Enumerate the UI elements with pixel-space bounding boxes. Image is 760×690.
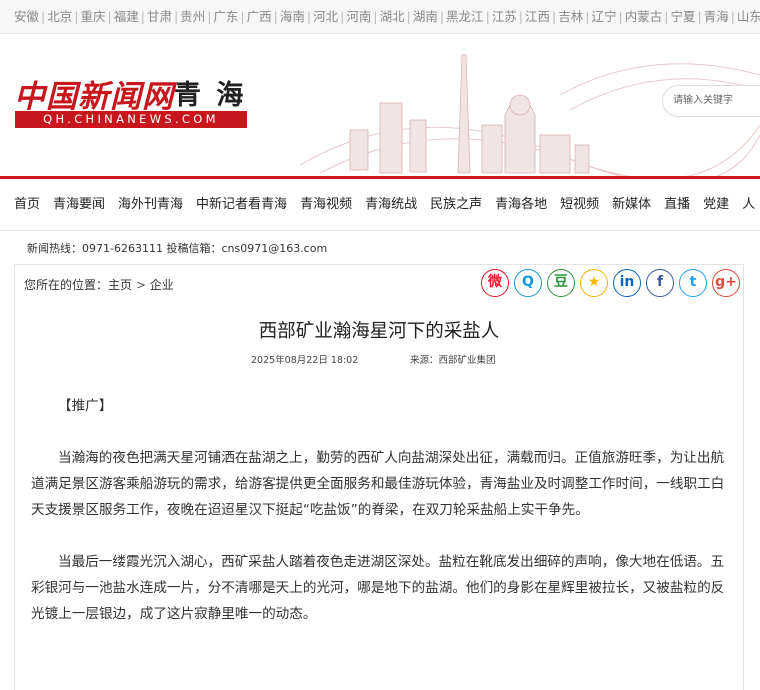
nav-item[interactable]: 短视频	[560, 179, 599, 230]
province-separator: |	[273, 9, 278, 24]
province-separator: |	[697, 9, 702, 24]
province-separator: |	[373, 9, 378, 24]
googleplus-icon[interactable]: g+	[712, 269, 740, 297]
hotline-info: 新闻热线：0971-6263111 投稿信箱：cns0971@163.com	[27, 242, 328, 255]
nav-item[interactable]: 民族之声	[430, 179, 482, 230]
province-separator: |	[173, 9, 179, 24]
breadcrumb: 您所在的位置：主页 > 企业	[24, 276, 174, 293]
province-link[interactable]: 辽宁	[591, 9, 616, 24]
province-link[interactable]: 吉林	[558, 9, 583, 24]
province-link[interactable]: 内蒙古	[625, 9, 663, 24]
twitter-icon[interactable]: t	[679, 269, 707, 297]
province-separator: |	[518, 9, 524, 24]
province-link[interactable]: 福建	[114, 9, 139, 24]
nav-item[interactable]: 首页	[14, 179, 40, 230]
province-link[interactable]: 江苏	[492, 9, 517, 24]
province-link[interactable]: 河南	[346, 9, 371, 24]
article-panel: 您所在的位置：主页 > 企业 微 Q 豆 ★ in f t g+ 西部矿业瀚海星河下的采盐人 …	[14, 264, 744, 690]
province-link[interactable]: 重庆	[80, 9, 105, 24]
province-separator: |	[107, 9, 112, 24]
nav-item[interactable]: 青海要闻	[53, 179, 105, 230]
site-url-badge[interactable]: QH.CHINANEWS.COM	[15, 111, 247, 128]
province-link[interactable]: 青海	[704, 9, 729, 24]
province-separator: |	[439, 9, 445, 24]
qq-icon[interactable]: Q	[514, 269, 542, 297]
article-paragraph: 当瀚海的夜色把满天星河铺洒在盐湖之上，勤劳的西矿人向盐湖深处出征，满载而归。正值…	[31, 450, 725, 518]
nav-item[interactable]: 新媒体	[612, 179, 651, 230]
province-separator: |	[485, 9, 490, 24]
province-separator: |	[552, 9, 557, 24]
nav-item[interactable]: 党建	[703, 179, 729, 230]
article-source: 来源：西部矿业集团	[410, 355, 496, 366]
province-link[interactable]: 广东	[213, 9, 238, 24]
site-region-name: 青 海	[174, 80, 247, 111]
province-link[interactable]: 北京	[47, 9, 72, 24]
breadcrumb-home-link[interactable]: 主页	[108, 278, 132, 292]
breadcrumb-separator: >	[135, 278, 146, 292]
douban-icon[interactable]: 豆	[547, 269, 575, 297]
province-separator: |	[140, 9, 145, 24]
breadcrumb-current-link[interactable]: 企业	[150, 278, 174, 292]
province-separator: |	[585, 9, 590, 24]
province-separator: |	[207, 9, 212, 24]
nav-item[interactable]: 青海统战	[365, 179, 417, 230]
article-paragraph: 当最后一缕霞光沉入湖心，西矿采盐人踏着夜色走进湖区深处。盐粒在靴底发出细碎的声响…	[31, 554, 725, 622]
qzone-icon[interactable]: ★	[580, 269, 608, 297]
site-logo[interactable]: 中国新闻网	[14, 71, 174, 116]
province-link[interactable]: 江西	[525, 9, 550, 24]
main-nav: 首页 青海要闻 海外刊青海 中新记者看青海 青海视频 青海统战 民族之声 青海各地 短视频 新媒体…	[0, 179, 760, 231]
province-separator: |	[730, 9, 735, 24]
province-link[interactable]: 湖北	[380, 9, 405, 24]
nav-item[interactable]: 青海视频	[300, 179, 352, 230]
province-separator: |	[240, 9, 245, 24]
nav-item[interactable]: 海外刊青海	[118, 179, 183, 230]
province-separator: |	[618, 9, 623, 24]
province-link[interactable]: 湖南	[413, 9, 438, 24]
province-separator: |	[406, 9, 411, 24]
province-link[interactable]: 黑龙江	[446, 9, 484, 24]
province-link[interactable]: 河北	[313, 9, 338, 24]
province-link[interactable]: 贵州	[180, 9, 205, 24]
breadcrumb-prefix: 您所在的位置：	[24, 278, 109, 292]
province-separator: |	[41, 9, 46, 24]
facebook-icon[interactable]: f	[646, 269, 674, 297]
province-link[interactable]: 海南	[280, 9, 305, 24]
province-link[interactable]: 山东	[737, 9, 760, 24]
province-link[interactable]: 安徽	[14, 9, 39, 24]
nav-item[interactable]: 中新记者看青海	[196, 179, 287, 230]
article-title: 西部矿业瀚海星河下的采盐人	[258, 321, 500, 342]
site-header: 中国新闻网 青 海 QH.CHINANEWS.COM 请输入关键字	[0, 35, 760, 178]
province-link[interactable]: 甘肃	[147, 9, 172, 24]
weibo-icon[interactable]: 微	[481, 269, 509, 297]
article-date: 2025年08月22日 18:02	[251, 355, 359, 366]
search-input[interactable]: 请输入关键字	[662, 85, 760, 117]
nav-item[interactable]: 人	[742, 179, 755, 230]
province-separator: |	[306, 9, 312, 24]
share-buttons: 微 Q 豆 ★ in f t g+	[481, 269, 740, 297]
linkedin-icon[interactable]: in	[613, 269, 641, 297]
province-separator: |	[74, 9, 79, 24]
nav-item[interactable]: 青海各地	[495, 179, 547, 230]
province-separator: |	[340, 9, 345, 24]
province-bar: 安徽 | 北京 | 重庆 | 福建 | 甘肃 | 贵州 | 广东 | 广西 | 海南 | 河北 | 河南 | 湖北 | 湖南 | 黑…	[0, 0, 760, 34]
article-tag: 【推广】	[58, 398, 113, 414]
province-link[interactable]: 宁夏	[670, 9, 695, 24]
nav-item[interactable]: 直播	[664, 179, 690, 230]
province-separator: |	[664, 9, 669, 24]
province-link[interactable]: 广西	[247, 9, 272, 24]
article-body: 【推广】 当瀚海的夜色把满天星河铺洒在盐湖之上，勤劳的西矿人向盐湖深处出征，满载…	[31, 393, 731, 653]
